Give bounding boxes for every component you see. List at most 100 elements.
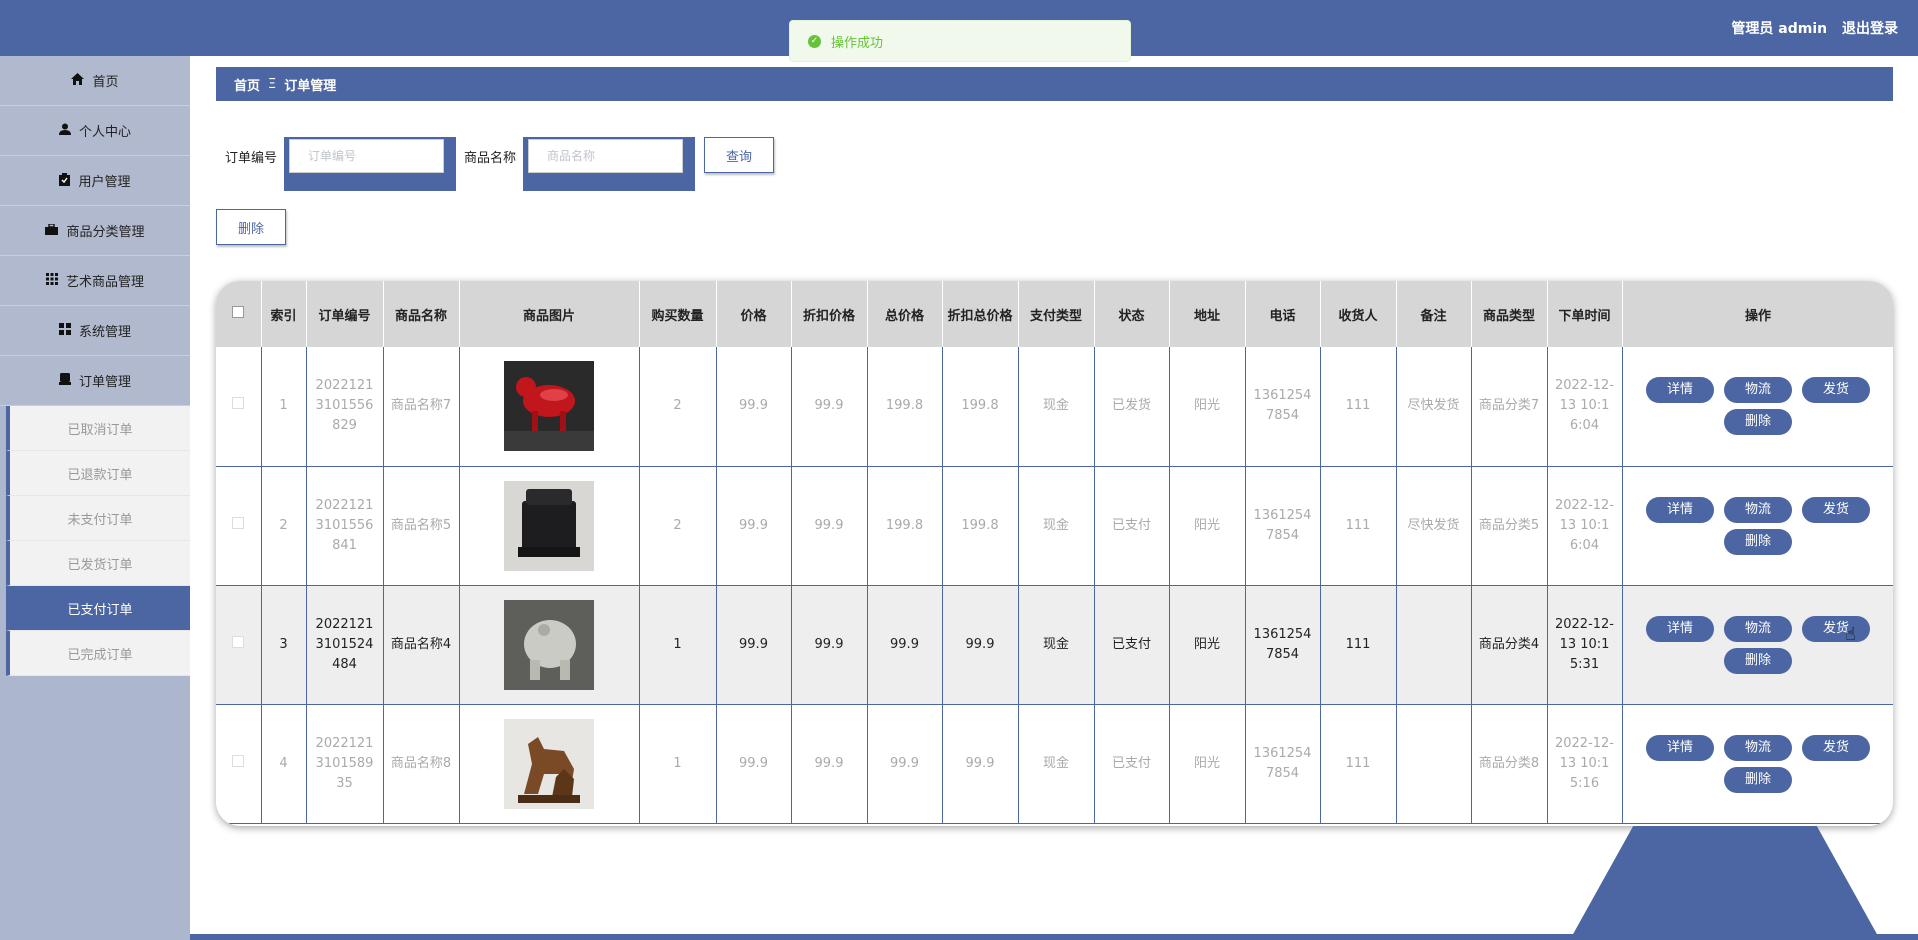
breadcrumb-separator: Ξ [268,76,277,92]
row-checkbox[interactable] [232,635,245,648]
detail-button[interactable]: 详情 [1646,377,1714,404]
sidebar-subitem-paid[interactable]: 已支付订单 [6,586,190,631]
row-select-cell [216,347,262,467]
sidebar-subitem-completed[interactable]: 已完成订单 [6,631,190,676]
order-no-box [284,137,456,191]
discount-price-cell: 99.9 [791,585,868,705]
decorative-trapezoid [1572,826,1878,936]
category-cell: 商品分类8 [1471,704,1548,824]
row-select-cell [216,466,262,586]
detail-button[interactable]: 详情 [1646,615,1714,642]
column-header: 电话 [1245,281,1321,347]
sidebar-item-orders[interactable]: 订单管理 [0,356,190,406]
table-row: 2 20221213101556841 商品名称5 2 99.9 99.9 19… [216,466,1893,586]
index-cell: 2 [261,466,307,586]
bottom-accent-line [190,934,1918,940]
qty-cell: 2 [639,347,717,467]
toast-message: 操作成功 [831,35,884,51]
product-image-cell [459,466,640,586]
logistics-button[interactable]: 物流 [1724,734,1792,761]
select-all-checkbox[interactable] [232,306,245,318]
phone-cell: 13612547854 [1245,704,1321,824]
logout-link[interactable]: 退出登录 [1842,21,1898,37]
delete-button[interactable]: 删除 [1724,766,1792,793]
batch-delete-button[interactable]: 删除 [216,209,286,245]
receiver-cell: 111 [1320,704,1397,824]
product-image-cell [459,585,640,705]
delete-button[interactable]: 删除 [1724,409,1792,436]
category-cell: 商品分类5 [1471,466,1548,586]
product-name-box [523,137,695,191]
column-header: 操作 [1622,281,1893,347]
qty-cell: 2 [639,466,717,586]
sidebar-item-users[interactable]: 用户管理 [0,156,190,206]
logistics-button[interactable]: 物流 [1724,615,1792,642]
price-cell: 99.9 [716,704,792,824]
delete-button[interactable]: 删除 [1724,647,1792,674]
product-name-cell: 商品名称5 [383,466,460,586]
grid-icon [45,273,58,288]
price-cell: 99.9 [716,347,792,467]
logistics-button[interactable]: 物流 [1724,377,1792,404]
row-checkbox[interactable] [232,397,245,410]
order-no-cell: 20221213101556829 [306,347,384,467]
pay-type-cell: 现金 [1018,704,1095,824]
logistics-button[interactable]: 物流 [1724,496,1792,523]
index-cell: 3 [261,585,307,705]
actions-cell: 详情 物流 发货 删除 [1622,347,1893,467]
sidebar-item-home[interactable]: 首页 [0,56,190,106]
table-row: 3 20221213101524484 商品名称4 1 99.9 99.9 99… [216,585,1893,705]
phone-cell: 13612547854 [1245,585,1321,705]
success-toast: ✓ 操作成功 [789,20,1131,62]
category-cell: 商品分类4 [1471,585,1548,705]
phone-cell: 13612547854 [1245,347,1321,467]
column-header: 备注 [1396,281,1472,347]
order-no-input[interactable] [289,139,444,173]
delete-button[interactable]: 删除 [1724,528,1792,555]
sidebar-item-label: 系统管理 [78,325,131,340]
ship-button[interactable]: 发货 [1802,496,1870,523]
check-circle-icon: ✓ [808,34,821,48]
sidebar-subitem-refunded[interactable]: 已退款订单 [6,451,190,496]
breadcrumb: 首页 Ξ 订单管理 [216,67,1893,101]
column-header: 商品图片 [459,281,640,347]
discount-price-cell: 99.9 [791,347,868,467]
row-checkbox[interactable] [232,754,245,767]
remark-cell: 尽快发货 [1396,466,1472,586]
receiver-cell: 111 [1320,347,1397,467]
product-name-input[interactable] [528,139,683,173]
order-no-cell: 20221213101524484 [306,585,384,705]
detail-button[interactable]: 详情 [1646,496,1714,523]
sidebar-item-category[interactable]: 商品分类管理 [0,206,190,256]
sidebar-subitem-shipped[interactable]: 已发货订单 [6,541,190,586]
column-header: 折扣总价格 [942,281,1019,347]
sidebar-subitem-unpaid[interactable]: 未支付订单 [6,496,190,541]
sidebar-item-art-products[interactable]: 艺术商品管理 [0,256,190,306]
remark-cell [1396,585,1472,705]
order-time-cell: 2022-12-13 10:16:04 [1547,466,1623,586]
discount-total-cell: 199.8 [942,347,1019,467]
row-checkbox[interactable] [232,516,245,529]
sidebar-item-system[interactable]: 系统管理 [0,306,190,356]
query-button[interactable]: 查询 [704,137,774,173]
product-image-cell [459,347,640,467]
sidebar-item-profile[interactable]: 个人中心 [0,106,190,156]
order-time-cell: 2022-12-13 10:16:04 [1547,347,1623,467]
product-image [504,361,594,452]
order-time-cell: 2022-12-13 10:15:31 [1547,585,1623,705]
breadcrumb-home[interactable]: 首页 [234,75,260,94]
column-header: 总价格 [867,281,943,347]
sidebar-subitem-cancelled[interactable]: 已取消订单 [6,406,190,451]
actions-cell: 详情 物流 发货 删除 [1622,704,1893,824]
detail-button[interactable]: 详情 [1646,734,1714,761]
receiver-cell: 111 [1320,585,1397,705]
status-cell: 已发货 [1094,347,1170,467]
discount-total-cell: 99.9 [942,585,1019,705]
ship-button[interactable]: 发货 [1802,377,1870,404]
status-cell: 已支付 [1094,466,1170,586]
product-name-cell: 商品名称4 [383,585,460,705]
pay-type-cell: 现金 [1018,347,1095,467]
ship-button[interactable]: 发货 [1802,615,1870,642]
remark-cell: 尽快发货 [1396,347,1472,467]
ship-button[interactable]: 发货 [1802,734,1870,761]
